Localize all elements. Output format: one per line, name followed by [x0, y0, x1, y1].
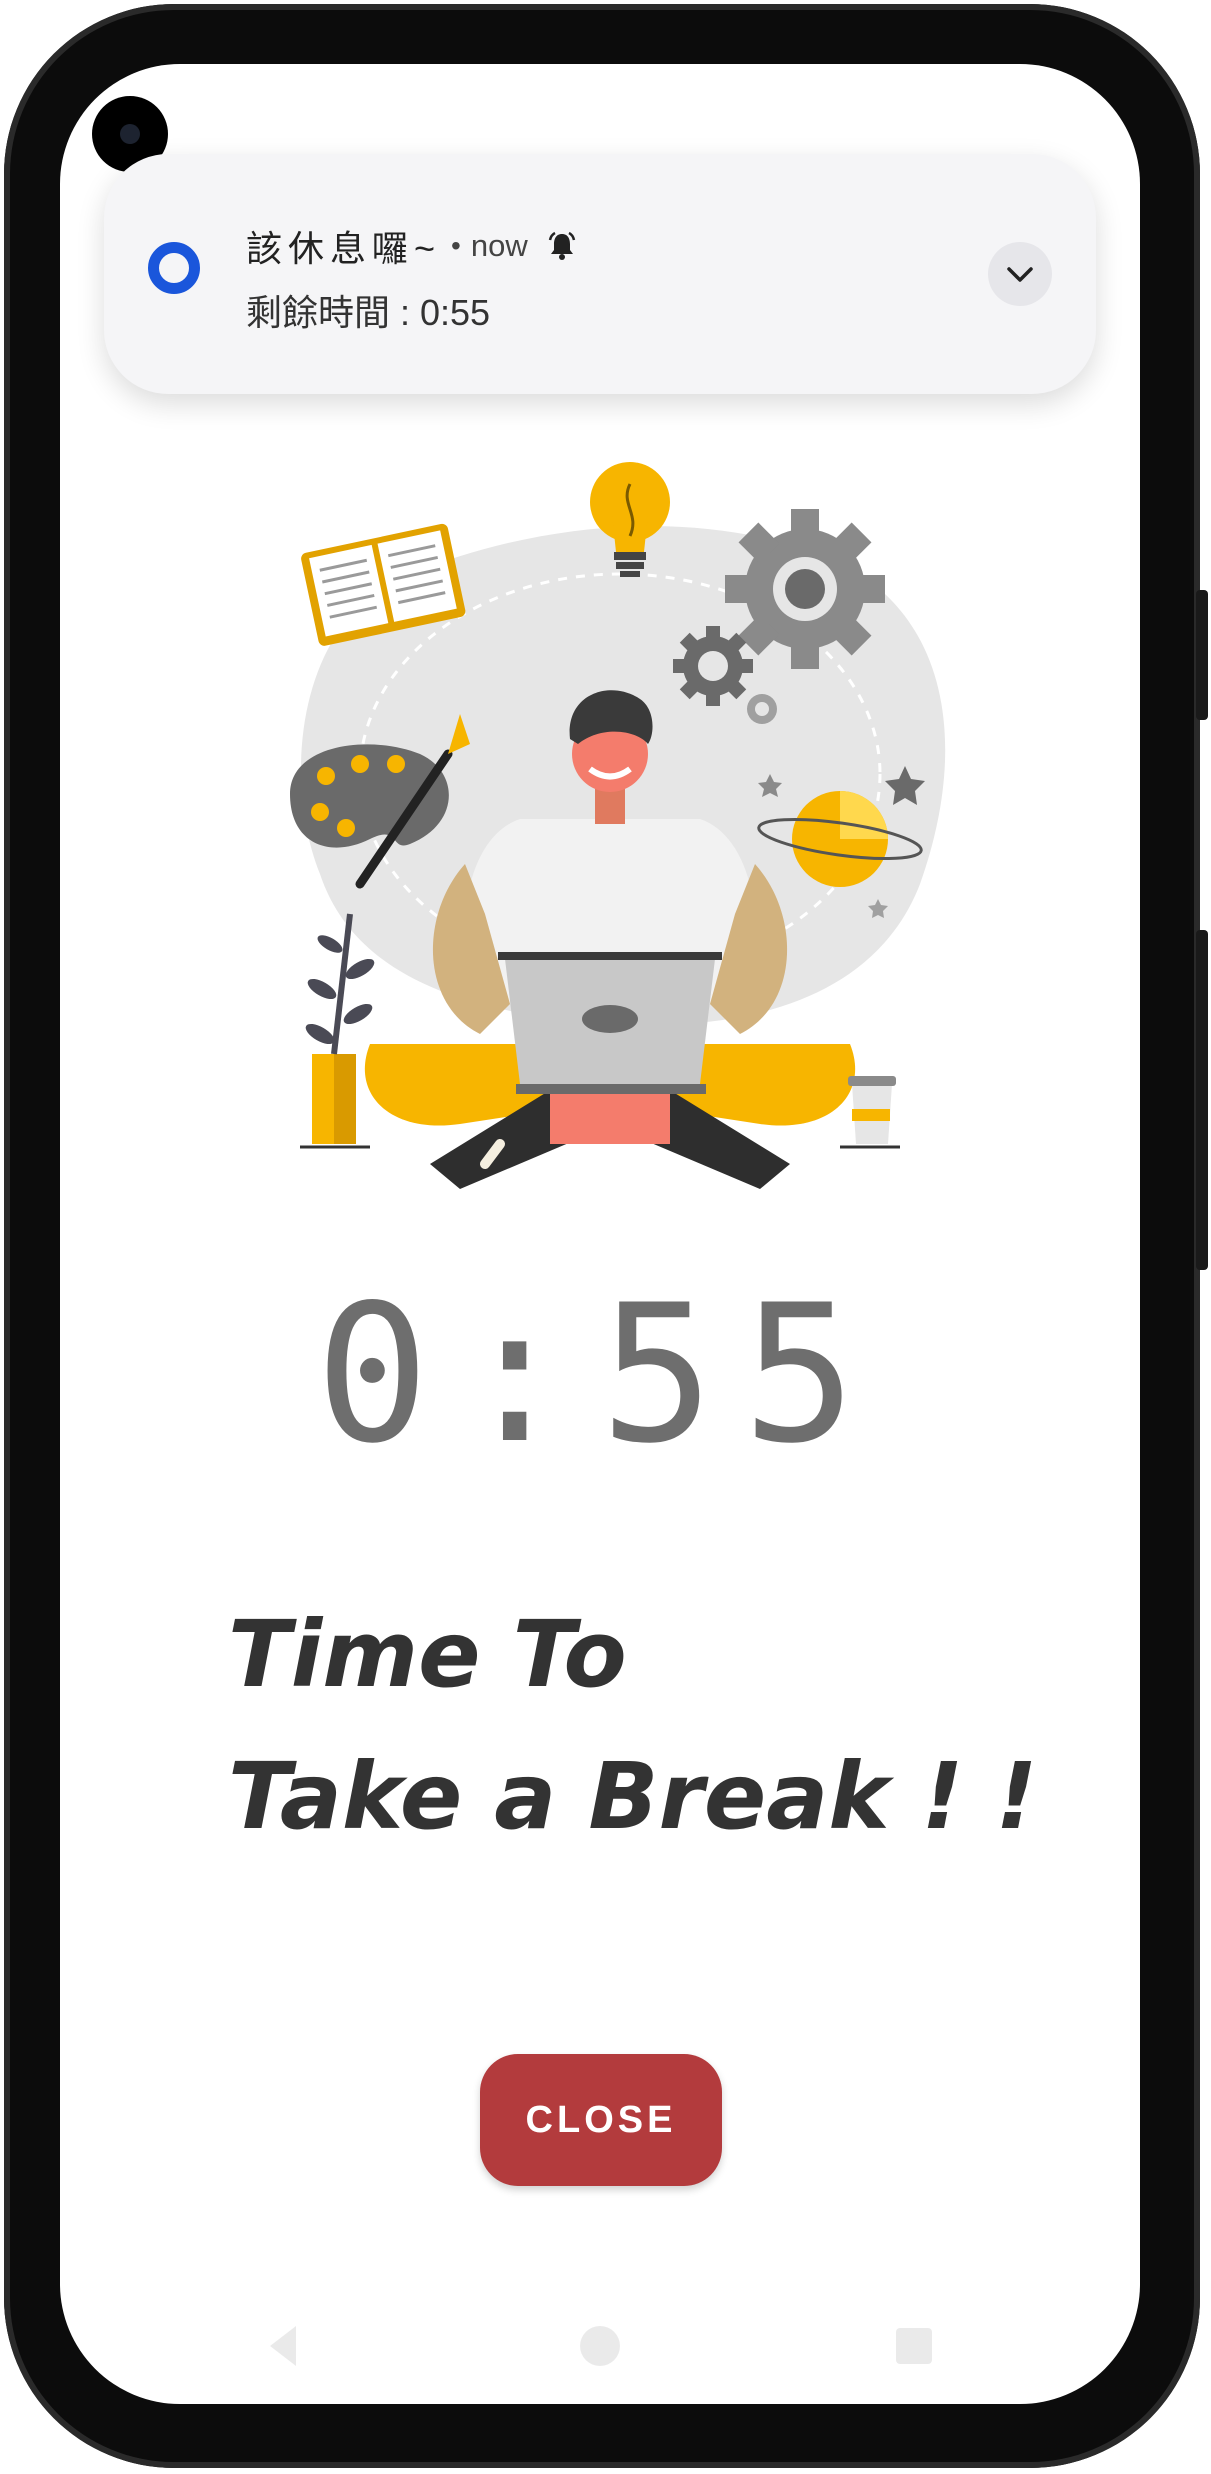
back-icon[interactable] — [260, 2322, 308, 2370]
screen: 0:55 Time To Take a Break ! ! CLOSE 該休息囉… — [60, 64, 1140, 2404]
notification-expand-button[interactable] — [988, 242, 1052, 306]
phone-device: 0:55 Time To Take a Break ! ! CLOSE 該休息囉… — [0, 0, 1211, 2474]
chevron-down-icon — [1007, 267, 1033, 282]
headline-line-1: Time To — [228, 1601, 627, 1708]
recents-icon[interactable] — [890, 2322, 938, 2370]
notification-separator: • — [451, 230, 461, 261]
alarm-bell-icon — [548, 231, 575, 260]
notification-card[interactable]: 該休息囉~ • now 剩餘時間 : 0:55 — [104, 154, 1096, 394]
notification-text: 剩餘時間 : 0:55 — [246, 292, 491, 333]
headline-line-2: Take a Break ! ! — [228, 1743, 1038, 1850]
navigation-bar — [60, 2314, 1140, 2384]
home-icon[interactable] — [576, 2322, 624, 2370]
countdown-timer: 0:55 — [315, 1264, 885, 1485]
side-button-lower — [1196, 930, 1208, 1270]
ring-icon — [148, 242, 200, 294]
side-button-upper — [1196, 590, 1208, 720]
notification-time: now — [470, 228, 528, 263]
close-button[interactable]: CLOSE — [480, 2054, 722, 2186]
break-headline: Time To Take a Break ! ! — [228, 1584, 1038, 1868]
notification-header: 該休息囉~ • now — [246, 220, 578, 272]
person-with-laptop-illustration — [290, 462, 946, 1189]
notification-title: 該休息囉~ — [246, 228, 442, 269]
